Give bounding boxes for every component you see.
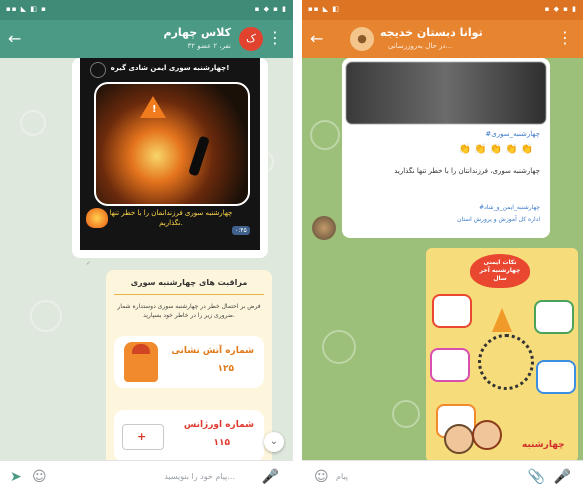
fire-number: ۱۲۵ bbox=[217, 364, 234, 374]
status-icons-right: ▪ ◆ ▪ ▮ bbox=[544, 5, 577, 13]
ambulance-number: ۱۱۵ bbox=[213, 438, 230, 448]
tip-box bbox=[534, 300, 574, 334]
card-intro-text: فرض بر احتمال خطر در چهارشنبه سوری دوستد… bbox=[117, 303, 261, 319]
card-divider bbox=[114, 294, 264, 295]
helmet-icon bbox=[132, 344, 150, 354]
message-input-bar: ☺ پیام 📎 🎤 bbox=[302, 460, 583, 497]
status-bar: ▪▪ ◣ ◧ ▪ ◆ ▪ ▮ bbox=[302, 0, 583, 20]
status-icons-left: ▪▪ ◣ ◧ ▪ bbox=[6, 5, 47, 13]
tip-box bbox=[536, 360, 576, 394]
attach-icon[interactable]: 📎 bbox=[528, 469, 545, 485]
fire-number-box: شماره آتش نشانی ۱۲۵ bbox=[114, 336, 264, 388]
poster-image: چهارشنبه سوری ایمن شادی گیره! ! چهارشنبه… bbox=[80, 58, 260, 250]
ambulance-label: شماره اورژانس bbox=[183, 420, 254, 430]
emoji-icon[interactable]: ☺ bbox=[314, 469, 329, 485]
status-bar: ▪▪ ◣ ◧ ▪ ▪ ◆ ▪ ▮ bbox=[0, 0, 293, 20]
chat-header: ← ● توانا دبستان خدیجه در حال به‌روزرسان… bbox=[302, 20, 583, 58]
poster-title: چهارشنبه سوری ایمن شادی گیره! bbox=[110, 64, 230, 72]
hashtags-footer[interactable]: #چهارشنبه_ایمن_و_شاد bbox=[479, 204, 540, 211]
avatar[interactable]: ک bbox=[239, 27, 263, 51]
children-circle-illustration bbox=[478, 334, 534, 390]
chat-title: کلاس چهارم bbox=[163, 26, 231, 39]
poster-brand: چهارشنبه bbox=[522, 440, 565, 450]
tip-box bbox=[430, 348, 470, 382]
child-face-icon bbox=[444, 424, 474, 454]
blurred-image bbox=[346, 62, 546, 124]
video-duration-badge: ۰:۴۵ bbox=[232, 226, 250, 235]
send-arrow-icon[interactable]: ➤ bbox=[10, 469, 22, 485]
firefighter-icon bbox=[124, 342, 158, 382]
wallpaper-doodle bbox=[322, 330, 356, 364]
microphone-icon[interactable]: 🎤 bbox=[554, 469, 571, 485]
wallpaper-doodle bbox=[30, 300, 62, 332]
child-face-icon bbox=[472, 420, 502, 450]
card-heading: مراقبت های چهارشنبه سوری bbox=[130, 278, 248, 287]
chat-subtitle: ۳۲ نفر، ۲ عضو bbox=[187, 42, 231, 50]
emoji-icon[interactable]: ☺ bbox=[32, 469, 47, 485]
org-footer[interactable]: اداره کل آموزش و پرورش استان bbox=[457, 216, 540, 223]
poster-caption: چهارشنبه سوری فرزندانمان را با خطر تنها … bbox=[109, 209, 233, 227]
chat-header: ← کلاس چهارم ۳۲ نفر، ۲ عضو ک ⋮ bbox=[0, 20, 293, 58]
message-bubble-video[interactable]: چهارشنبه سوری ایمن شادی گیره! ! چهارشنبه… bbox=[72, 58, 268, 258]
chat-subtitle: در حال به‌روزرسانی... bbox=[388, 42, 453, 50]
scroll-down-button[interactable]: ⌄ bbox=[264, 432, 284, 452]
fire-photo: ! bbox=[94, 82, 250, 206]
ambulance-number-box: + شماره اورژانس ۱۱۵ bbox=[114, 410, 264, 462]
chat-title: توانا دبستان خدیجه bbox=[380, 26, 483, 39]
message-bubble-poster[interactable]: نکات ایمنی چهارشنبه آخر سال چهارشنبه bbox=[426, 248, 578, 462]
microphone-icon[interactable]: 🎤 bbox=[262, 469, 279, 485]
message-time: ✓ bbox=[86, 260, 92, 267]
tip-box bbox=[432, 294, 472, 328]
wallpaper-doodle bbox=[392, 400, 420, 428]
cross-icon: + bbox=[137, 430, 147, 443]
message-bubble-image[interactable]: مراقبت های چهارشنبه سوری فرض بر احتمال خ… bbox=[106, 270, 272, 466]
more-vertical-icon[interactable]: ⋮ bbox=[267, 28, 283, 47]
flame-icon bbox=[492, 308, 512, 332]
wallpaper-doodle bbox=[20, 110, 46, 136]
poster-heading-badge: نکات ایمنی چهارشنبه آخر سال bbox=[470, 254, 530, 288]
message-input-bar: ➤ ☺ پیام خود را بنویسید... 🎤 bbox=[0, 460, 293, 497]
fire-label: شماره آتش نشانی bbox=[171, 346, 254, 356]
back-arrow-icon[interactable]: ← bbox=[310, 29, 323, 48]
message-input[interactable]: پیام خود را بنویسید... bbox=[164, 472, 235, 481]
status-icons-right: ▪ ◆ ▪ ▮ bbox=[254, 5, 287, 13]
back-arrow-icon[interactable]: ← bbox=[8, 29, 21, 48]
avatar[interactable]: ● bbox=[350, 27, 374, 51]
more-vertical-icon[interactable]: ⋮ bbox=[557, 28, 573, 47]
ambulance-icon: + bbox=[122, 424, 164, 450]
left-chat-screen: ▪▪ ◣ ◧ ▪ ▪ ◆ ▪ ▮ ← کلاس چهارم ۳۲ نفر، ۲ … bbox=[0, 0, 293, 497]
exclamation-icon: ! bbox=[152, 104, 157, 115]
wallpaper-doodle bbox=[310, 120, 340, 150]
warning-text: چهارشنبه سوری، فرزندانتان را با خطر تنها… bbox=[394, 167, 540, 175]
sender-avatar[interactable] bbox=[312, 216, 336, 240]
person-silhouette bbox=[188, 135, 210, 177]
hashtag-link[interactable]: #چهارشنبه_سوری bbox=[485, 130, 540, 138]
status-icons-left: ▪▪ ◣ ◧ bbox=[308, 5, 340, 13]
emoji-row: 👏👏👏👏👏 bbox=[458, 144, 536, 155]
poster-heading: نکات ایمنی چهارشنبه آخر سال bbox=[479, 259, 521, 282]
message-bubble-text[interactable]: #چهارشنبه_سوری 👏👏👏👏👏 چهارشنبه سوری، فرزن… bbox=[342, 58, 550, 238]
right-chat-screen: ▪▪ ◣ ◧ ▪ ◆ ▪ ▮ ← ● توانا دبستان خدیجه در… bbox=[302, 0, 583, 497]
message-input[interactable]: پیام bbox=[336, 472, 348, 481]
fire-icon bbox=[86, 208, 108, 228]
